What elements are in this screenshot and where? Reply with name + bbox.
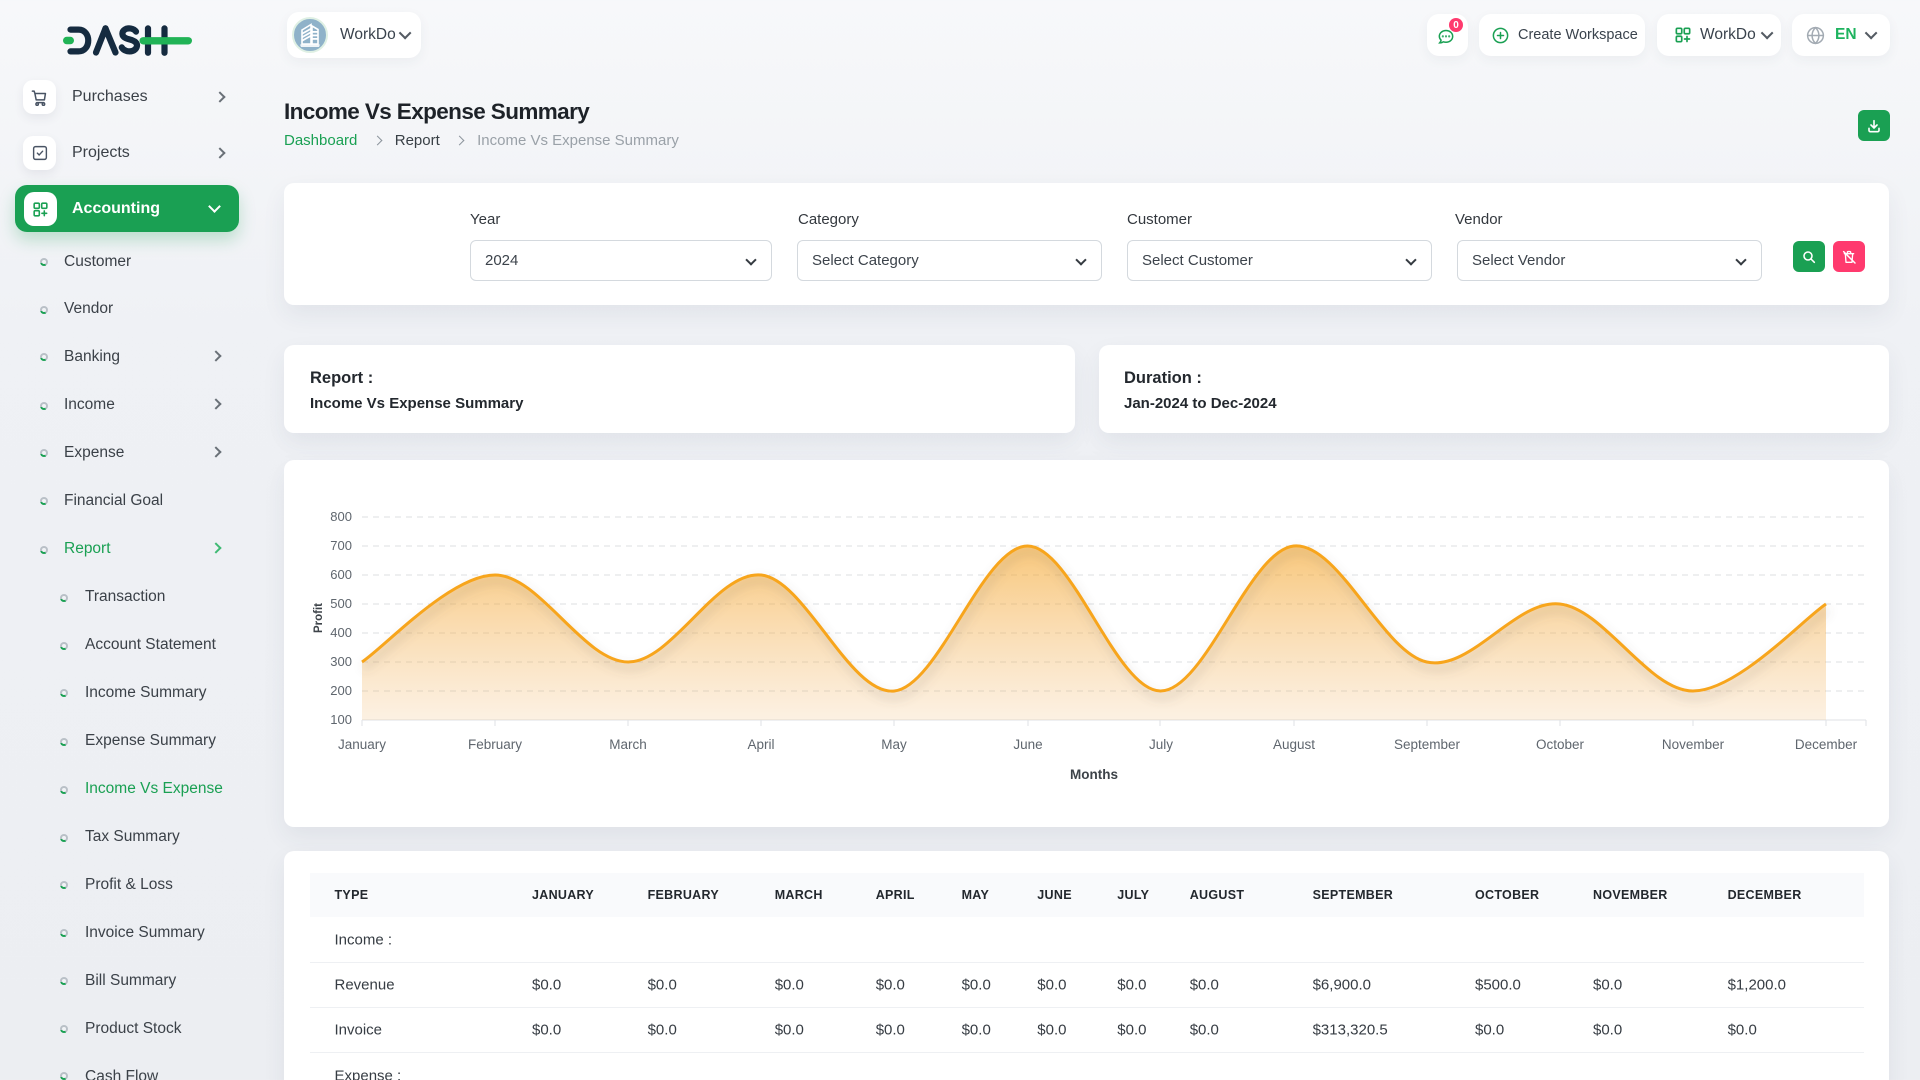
svg-text:700: 700	[330, 538, 352, 553]
svg-text:100: 100	[330, 712, 352, 727]
svg-text:April: April	[747, 737, 774, 752]
svg-text:September: September	[1394, 737, 1461, 752]
svg-text:July: July	[1149, 737, 1173, 752]
svg-text:May: May	[881, 737, 907, 752]
svg-text:March: March	[609, 737, 647, 752]
svg-text:500: 500	[330, 596, 352, 611]
svg-text:600: 600	[330, 567, 352, 582]
svg-text:February: February	[468, 737, 522, 752]
svg-text:300: 300	[330, 654, 352, 669]
svg-text:200: 200	[330, 683, 352, 698]
svg-text:Profit: Profit	[313, 603, 325, 633]
svg-text:400: 400	[330, 625, 352, 640]
svg-text:August: August	[1273, 737, 1315, 752]
svg-text:Months: Months	[1070, 767, 1118, 782]
svg-text:January: January	[338, 737, 386, 752]
svg-text:November: November	[1662, 737, 1725, 752]
svg-text:June: June	[1013, 737, 1042, 752]
svg-text:800: 800	[330, 509, 352, 524]
svg-text:December: December	[1795, 737, 1858, 752]
svg-text:October: October	[1536, 737, 1585, 752]
